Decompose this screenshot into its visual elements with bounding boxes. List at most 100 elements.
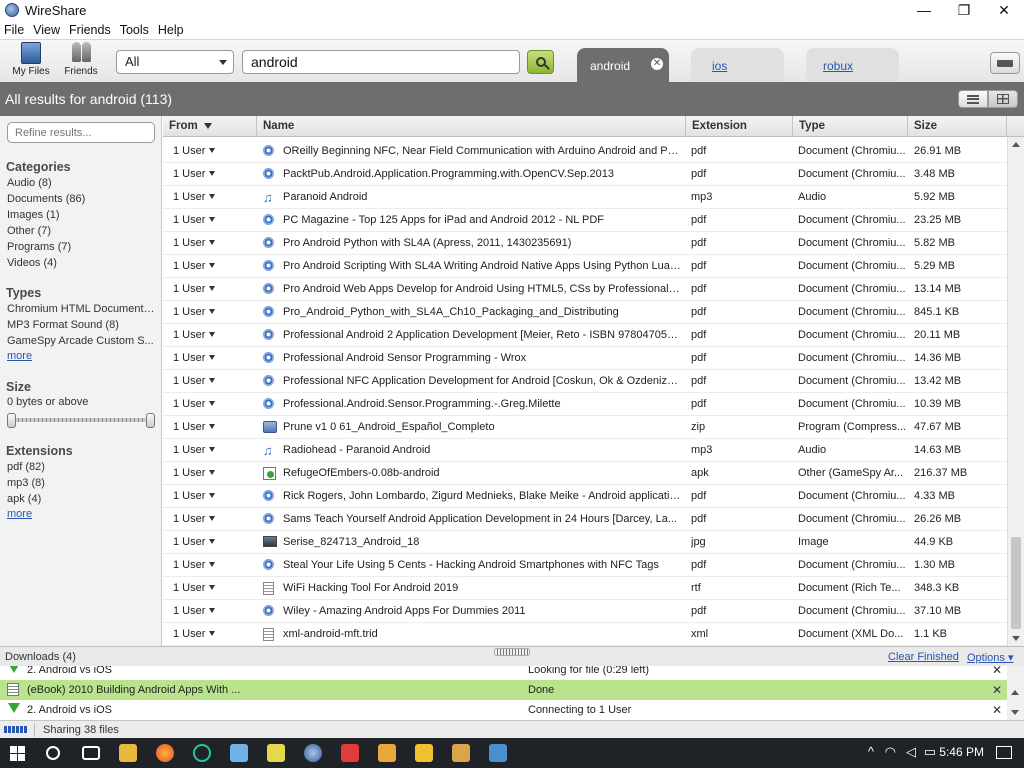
menu-tools[interactable]: Tools: [120, 23, 149, 37]
list-view-button[interactable]: [958, 90, 988, 108]
pencil-icon[interactable]: [267, 744, 285, 762]
from-cell[interactable]: 1 User: [173, 324, 253, 347]
table-row[interactable]: 1 User Prune v1 0 61_Android_Español_Comp…: [163, 416, 1007, 439]
window-app-icon[interactable]: [489, 744, 507, 762]
download-row[interactable]: 2. Android vs iOS Looking for file (0:29 …: [0, 666, 1024, 680]
category-programs[interactable]: Programs (7): [7, 241, 157, 253]
tab-ios[interactable]: ios: [691, 48, 784, 83]
search-button[interactable]: [527, 50, 554, 74]
resize-grip[interactable]: [494, 648, 530, 656]
opera-icon[interactable]: [193, 744, 211, 762]
table-row[interactable]: 1 User Steal Your Life Using 5 Cents - Ha…: [163, 554, 1007, 577]
from-cell[interactable]: 1 User: [173, 416, 253, 439]
remove-download-icon[interactable]: ✕: [992, 703, 1002, 717]
type-mp3[interactable]: MP3 Format Sound (8): [7, 319, 157, 331]
refine-results-input[interactable]: [7, 122, 155, 143]
category-audio[interactable]: Audio (8): [7, 177, 157, 189]
type-chromium-html[interactable]: Chromium HTML Document (...: [7, 303, 157, 315]
notifications-icon[interactable]: [996, 746, 1012, 759]
options-link[interactable]: Options ▾: [967, 651, 1014, 664]
column-type[interactable]: Type: [793, 116, 908, 137]
task-view-icon[interactable]: [82, 746, 100, 760]
wireshare-taskbar-icon[interactable]: [304, 744, 322, 762]
extensions-more-link[interactable]: more: [7, 508, 32, 520]
keyboard-icon[interactable]: ▭: [924, 744, 936, 760]
from-cell[interactable]: 1 User: [173, 600, 253, 623]
file-explorer-icon[interactable]: [119, 744, 137, 762]
from-cell[interactable]: 1 User: [173, 255, 253, 278]
size-slider-max-handle[interactable]: [146, 413, 155, 428]
extension-mp3[interactable]: mp3 (8): [7, 477, 157, 489]
scroll-down-icon[interactable]: [1011, 710, 1019, 715]
download-row[interactable]: 2. Android vs iOS Connecting to 1 User ✕: [0, 700, 1024, 720]
table-row[interactable]: 1 User xml-android-mft.trid xml Document (X…: [163, 623, 1007, 646]
table-row[interactable]: 1 User Professional Android 2 Application…: [163, 324, 1007, 347]
table-row[interactable]: 1 User Pro Android Web Apps Develop for A…: [163, 278, 1007, 301]
sharing-status[interactable]: Sharing 38 files: [43, 724, 119, 736]
from-cell[interactable]: 1 User: [173, 370, 253, 393]
from-cell[interactable]: 1 User: [173, 577, 253, 600]
from-cell[interactable]: 1 User: [173, 301, 253, 324]
menu-friends[interactable]: Friends: [69, 23, 111, 37]
remove-download-icon[interactable]: ✕: [992, 683, 1002, 697]
table-row[interactable]: 1 User ♫ Radiohead - Paranoid Android mp3 Au…: [163, 439, 1007, 462]
menu-view[interactable]: View: [33, 23, 60, 37]
from-cell[interactable]: 1 User: [173, 508, 253, 531]
table-row[interactable]: 1 User Pro Android Python with SL4A (Apre…: [163, 232, 1007, 255]
table-row[interactable]: 1 User Rick Rogers, John Lombardo, Zigurd…: [163, 485, 1007, 508]
from-cell[interactable]: 1 User: [173, 140, 253, 163]
results-scrollbar[interactable]: [1007, 137, 1024, 646]
category-videos[interactable]: Videos (4): [7, 257, 157, 269]
taskbar-search-icon[interactable]: [46, 746, 60, 760]
extension-apk[interactable]: apk (4): [7, 493, 157, 505]
types-more-link[interactable]: more: [7, 350, 32, 362]
search-input[interactable]: [242, 50, 520, 74]
network-icon[interactable]: ◠: [885, 744, 896, 760]
notepad-icon[interactable]: [230, 744, 248, 762]
from-cell[interactable]: 1 User: [173, 439, 253, 462]
table-row[interactable]: 1 User OReilly Beginning NFC, Near Field …: [163, 140, 1007, 163]
table-row[interactable]: 1 User PC Magazine - Top 125 Apps for iPa…: [163, 209, 1007, 232]
table-row[interactable]: 1 User Wiley - Amazing Android Apps For D…: [163, 600, 1007, 623]
from-cell[interactable]: 1 User: [173, 554, 253, 577]
table-row[interactable]: 1 User Sams Teach Yourself Android Applic…: [163, 508, 1007, 531]
scroll-up-icon[interactable]: [1012, 142, 1020, 147]
minimize-button[interactable]: —: [904, 0, 944, 20]
firefox-icon[interactable]: [156, 744, 174, 762]
tab-android[interactable]: android ✕: [577, 48, 669, 83]
column-size[interactable]: Size: [908, 116, 1007, 137]
size-slider-min-handle[interactable]: [7, 413, 16, 428]
table-row[interactable]: 1 User Serise_824713_Android_18 jpg Image 44…: [163, 531, 1007, 554]
from-cell[interactable]: 1 User: [173, 623, 253, 646]
maximize-button[interactable]: ❐: [944, 0, 984, 20]
folder-tool-icon[interactable]: [378, 744, 396, 762]
scroll-thumb[interactable]: [1011, 537, 1021, 629]
table-row[interactable]: 1 User Pro_Android_Python_with_SL4A_Ch10_…: [163, 301, 1007, 324]
table-row[interactable]: 1 User RefugeOfEmbers-0.08b-android apk Oth…: [163, 462, 1007, 485]
downloads-scrollbar[interactable]: [1007, 666, 1024, 720]
scroll-down-icon[interactable]: [1012, 636, 1020, 641]
table-row[interactable]: 1 User Professional.Android.Sensor.Progra…: [163, 393, 1007, 416]
table-row[interactable]: 1 User WiFi Hacking Tool For Android 2019…: [163, 577, 1007, 600]
close-button[interactable]: ✕: [984, 0, 1024, 20]
from-cell[interactable]: 1 User: [173, 209, 253, 232]
tab-robux[interactable]: robux: [806, 48, 899, 83]
type-gamespy[interactable]: GameSpy Arcade Custom S...: [7, 335, 157, 347]
from-cell[interactable]: 1 User: [173, 232, 253, 255]
from-cell[interactable]: 1 User: [173, 347, 253, 370]
remove-download-icon[interactable]: ✕: [992, 666, 1002, 677]
from-cell[interactable]: 1 User: [173, 163, 253, 186]
clock[interactable]: 5:46 PM: [939, 745, 984, 759]
from-cell[interactable]: 1 User: [173, 393, 253, 416]
from-cell[interactable]: 1 User: [173, 186, 253, 209]
from-cell[interactable]: 1 User: [173, 462, 253, 485]
my-files-button[interactable]: My Files: [6, 42, 56, 82]
category-documents[interactable]: Documents (86): [7, 193, 157, 205]
friends-button[interactable]: Friends: [56, 42, 106, 82]
tab-close-icon[interactable]: ✕: [651, 58, 663, 70]
from-cell[interactable]: 1 User: [173, 485, 253, 508]
menu-help[interactable]: Help: [158, 23, 184, 37]
size-slider-track[interactable]: [10, 418, 152, 422]
archive-icon[interactable]: [452, 744, 470, 762]
category-other[interactable]: Other (7): [7, 225, 157, 237]
